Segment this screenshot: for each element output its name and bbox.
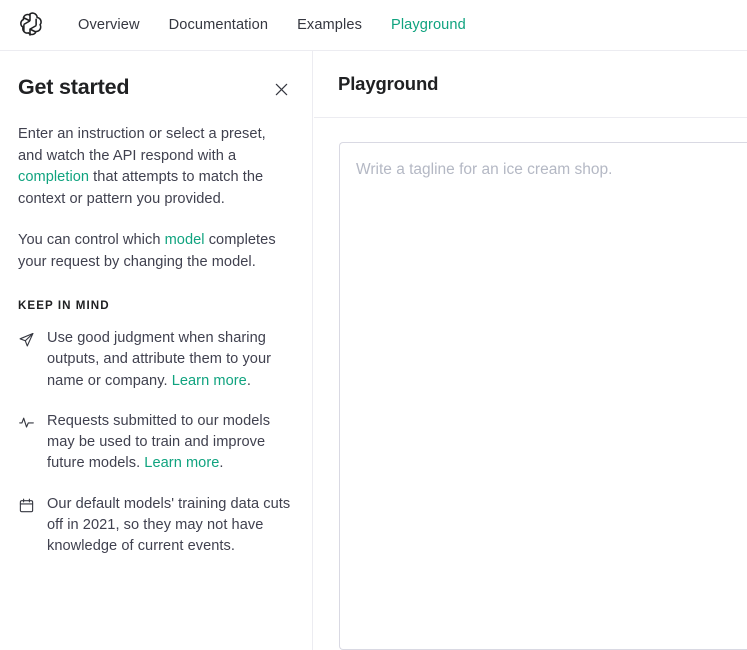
- playground-title: Playground: [338, 73, 439, 94]
- keep-in-mind-list: Use good judgment when sharing outputs, …: [18, 328, 294, 558]
- playground-page: Overview Documentation Examples Playgrou…: [0, 0, 747, 650]
- bullet-text-3: Our default models' training data cuts o…: [47, 495, 291, 555]
- calendar-icon: [18, 497, 35, 514]
- nav-link-playground[interactable]: Playground: [391, 17, 466, 33]
- main-header: Playground: [314, 51, 747, 118]
- intro-text-2a: You can control which: [18, 232, 165, 248]
- intro-paragraph-1: Enter an instruction or select a preset,…: [18, 124, 294, 210]
- activity-icon: [18, 414, 35, 431]
- send-icon: [18, 331, 35, 348]
- list-item: Use good judgment when sharing outputs, …: [18, 328, 294, 392]
- list-item-text: Requests submitted to our models may be …: [47, 411, 294, 475]
- learn-more-link-2[interactable]: Learn more: [144, 455, 219, 471]
- list-item-text: Use good judgment when sharing outputs, …: [47, 328, 294, 392]
- get-started-sidebar: Get started Enter an instruction or sele…: [0, 51, 313, 650]
- page-title: Get started: [18, 75, 130, 99]
- playground-main-panel: Playground: [314, 51, 747, 650]
- top-navigation-bar: Overview Documentation Examples Playgrou…: [0, 0, 747, 51]
- intro-paragraph-2: You can control which model completes yo…: [18, 230, 294, 273]
- list-item: Our default models' training data cuts o…: [18, 494, 294, 558]
- model-link[interactable]: model: [165, 232, 205, 248]
- close-icon[interactable]: [268, 76, 294, 102]
- nav-links: Overview Documentation Examples Playgrou…: [78, 17, 466, 33]
- completion-link[interactable]: completion: [18, 169, 89, 185]
- keep-in-mind-label: KEEP IN MIND: [18, 299, 110, 312]
- nav-link-documentation[interactable]: Documentation: [169, 17, 268, 33]
- nav-link-overview[interactable]: Overview: [78, 17, 140, 33]
- openai-logo-icon[interactable]: [14, 9, 46, 41]
- sidebar-header: Get started: [18, 75, 294, 102]
- bullet-suffix-1: .: [246, 372, 251, 389]
- list-item: Requests submitted to our models may be …: [18, 411, 294, 475]
- bullet-suffix-2: .: [219, 455, 224, 472]
- nav-link-examples[interactable]: Examples: [297, 17, 362, 33]
- prompt-editor-container: [314, 118, 747, 650]
- list-item-text: Our default models' training data cuts o…: [47, 494, 294, 558]
- learn-more-link-1[interactable]: Learn more: [172, 373, 247, 389]
- intro-text-1a: Enter an instruction or select a preset,…: [18, 126, 266, 164]
- prompt-input[interactable]: [339, 142, 747, 650]
